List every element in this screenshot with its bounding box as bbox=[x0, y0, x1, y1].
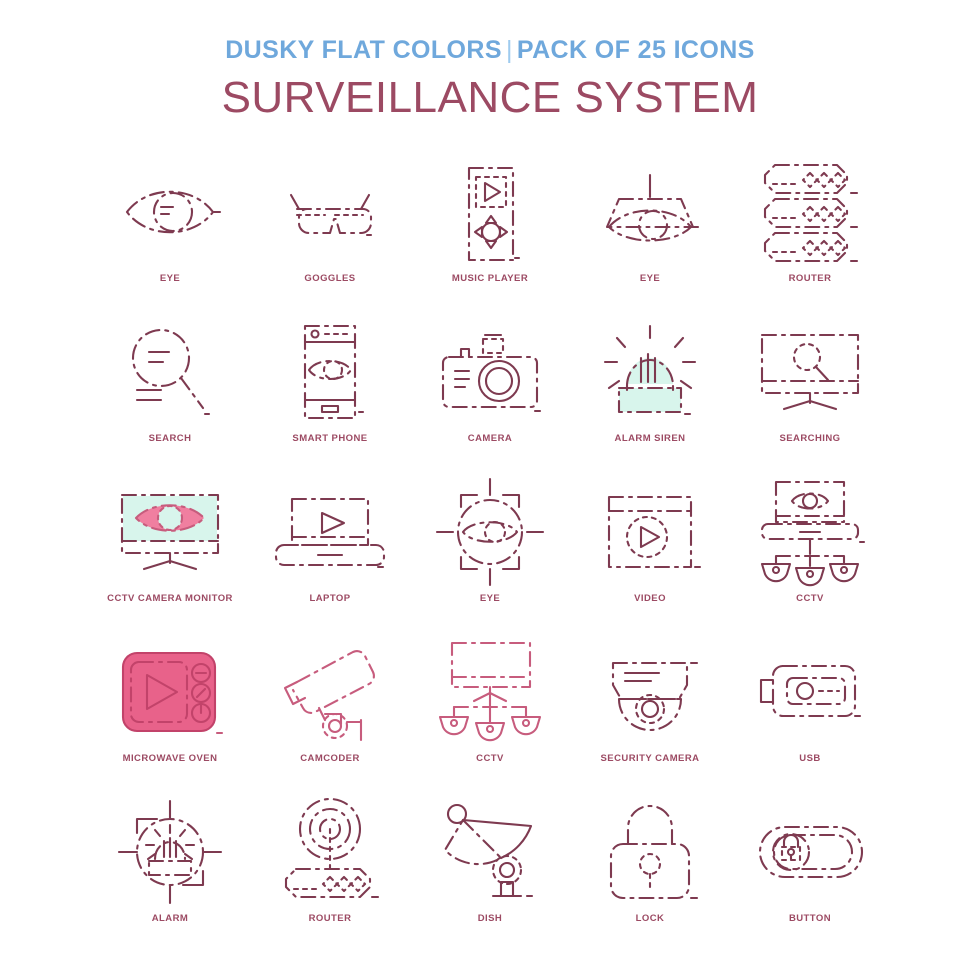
icon-cell-security-camera[interactable]: SECURITY CAMERA bbox=[570, 632, 730, 792]
icon-label: SMART PHONE bbox=[292, 433, 368, 444]
camcoder-icon bbox=[267, 636, 393, 748]
smart-phone-icon bbox=[267, 316, 393, 428]
icon-cell-smart-phone[interactable]: SMART PHONE bbox=[250, 312, 410, 472]
icon-grid: EYE GOGGLES MUSIC PLAYER EYE ROUTER SEAR… bbox=[90, 152, 890, 952]
eye-target-icon bbox=[427, 476, 553, 588]
music-player-icon bbox=[427, 156, 553, 268]
icon-label: EYE bbox=[479, 593, 501, 604]
searching-monitor-icon bbox=[747, 316, 873, 428]
icon-label: ALARM SIREN bbox=[614, 433, 686, 444]
icon-label: SEARCHING bbox=[779, 433, 841, 444]
laptop-icon bbox=[267, 476, 393, 588]
icon-cell-eye[interactable]: EYE bbox=[90, 152, 250, 312]
icon-label: LOCK bbox=[635, 913, 665, 924]
kicker-separator: | bbox=[505, 36, 513, 64]
icon-label: CAMCODER bbox=[300, 753, 360, 764]
goggles-icon bbox=[267, 156, 393, 268]
icon-cell-alarm[interactable]: ALARM bbox=[90, 792, 250, 952]
icon-label: LAPTOP bbox=[309, 593, 351, 604]
icon-cell-alarm-siren[interactable]: ALARM SIREN bbox=[570, 312, 730, 472]
icon-label: BUTTON bbox=[788, 913, 832, 924]
icon-label: EYE bbox=[639, 273, 661, 284]
usb-icon bbox=[747, 636, 873, 748]
icon-label: CCTV bbox=[796, 593, 824, 604]
icon-label: ALARM bbox=[151, 913, 189, 924]
router-stack-icon bbox=[747, 156, 873, 268]
icon-cell-cctv-laptop[interactable]: CCTV bbox=[730, 472, 890, 632]
camera-icon bbox=[427, 316, 553, 428]
eye-icon bbox=[107, 156, 233, 268]
icon-label: CAMERA bbox=[467, 433, 513, 444]
icon-label: DISH bbox=[477, 913, 503, 924]
icon-label: MICROWAVE OVEN bbox=[122, 753, 218, 764]
alarm-siren-icon bbox=[587, 316, 713, 428]
icon-label: MUSIC PLAYER bbox=[451, 273, 529, 284]
icon-cell-lock[interactable]: LOCK bbox=[570, 792, 730, 952]
icon-cell-cctv-camera-monitor[interactable]: CCTV CAMERA MONITOR bbox=[90, 472, 250, 632]
kicker-right-text: PACK OF 25 ICONS bbox=[516, 36, 755, 64]
icon-cell-router-stack[interactable]: ROUTER bbox=[730, 152, 890, 312]
icon-label: USB bbox=[799, 753, 821, 764]
icon-cell-goggles[interactable]: GOGGLES bbox=[250, 152, 410, 312]
router-signal-icon bbox=[267, 796, 393, 908]
icon-cell-camcoder[interactable]: CAMCODER bbox=[250, 632, 410, 792]
icon-cell-music-player[interactable]: MUSIC PLAYER bbox=[410, 152, 570, 312]
search-magnifier-icon bbox=[107, 316, 233, 428]
icon-cell-button[interactable]: BUTTON bbox=[730, 792, 890, 952]
alarm-target-icon bbox=[107, 796, 233, 908]
icon-label: SECURITY CAMERA bbox=[600, 753, 700, 764]
toggle-button-lock-icon bbox=[747, 796, 873, 908]
icon-cell-usb[interactable]: USB bbox=[730, 632, 890, 792]
icon-label: ROUTER bbox=[308, 913, 352, 924]
icon-cell-eye-hooded[interactable]: EYE bbox=[570, 152, 730, 312]
lock-icon bbox=[587, 796, 713, 908]
video-window-icon bbox=[587, 476, 713, 588]
page-header: DUSKY FLAT COLORS | PACK OF 25 ICONS SURVE… bbox=[0, 0, 980, 120]
icon-label: EYE bbox=[159, 273, 181, 284]
cctv-laptop-icon bbox=[747, 476, 873, 588]
icon-cell-dish[interactable]: DISH bbox=[410, 792, 570, 952]
icon-label: ROUTER bbox=[788, 273, 832, 284]
icon-cell-video[interactable]: VIDEO bbox=[570, 472, 730, 632]
cctv-monitor-icon bbox=[427, 636, 553, 748]
header-kicker: DUSKY FLAT COLORS | PACK OF 25 ICONS bbox=[0, 38, 980, 63]
icon-label: GOGGLES bbox=[304, 273, 356, 284]
icon-label: CCTV bbox=[476, 753, 504, 764]
icon-cell-router-signal[interactable]: ROUTER bbox=[250, 792, 410, 952]
icon-cell-eye-target[interactable]: EYE bbox=[410, 472, 570, 632]
microwave-oven-icon bbox=[107, 636, 233, 748]
cctv-camera-monitor-icon bbox=[107, 476, 233, 588]
satellite-dish-icon bbox=[427, 796, 553, 908]
security-camera-icon bbox=[587, 636, 713, 748]
icon-cell-search[interactable]: SEARCH bbox=[90, 312, 250, 472]
icon-cell-camera[interactable]: CAMERA bbox=[410, 312, 570, 472]
icon-cell-cctv-monitor[interactable]: CCTV bbox=[410, 632, 570, 792]
icon-label: VIDEO bbox=[634, 593, 666, 604]
icon-cell-laptop[interactable]: LAPTOP bbox=[250, 472, 410, 632]
icon-pack-page: DUSKY FLAT COLORS | PACK OF 25 ICONS SURVE… bbox=[0, 0, 980, 980]
icon-label: CCTV CAMERA MONITOR bbox=[107, 593, 233, 604]
icon-cell-microwave-oven[interactable]: MICROWAVE OVEN bbox=[90, 632, 250, 792]
kicker-left-text: DUSKY FLAT COLORS bbox=[225, 36, 502, 64]
eye-hooded-icon bbox=[587, 156, 713, 268]
page-title: SURVEILLANCE SYSTEM bbox=[221, 73, 759, 122]
icon-cell-searching[interactable]: SEARCHING bbox=[730, 312, 890, 472]
icon-label: SEARCH bbox=[148, 433, 192, 444]
